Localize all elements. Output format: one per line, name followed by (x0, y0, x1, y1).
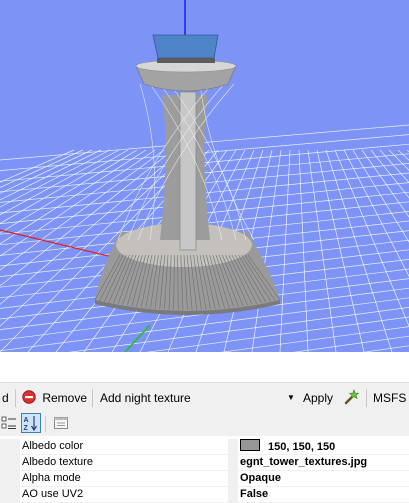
svg-text:Z: Z (24, 425, 29, 432)
property-value[interactable]: 150, 150, 150 (238, 439, 409, 454)
property-row-albedo-texture[interactable]: Albedo texture egnt_tower_textures.jpg (0, 455, 409, 471)
toolbar-separator (92, 389, 93, 407)
property-name: Albedo color (20, 439, 228, 454)
apply-wand-icon[interactable] (343, 388, 361, 408)
3d-viewport[interactable] (0, 0, 409, 352)
tower-cab (152, 34, 219, 59)
material-toolbar: d Remove Add night texture ▼ Apply MSFS (0, 382, 409, 412)
property-name: Alpha mode (20, 471, 228, 486)
chevron-down-icon: ▼ (287, 393, 295, 402)
property-name: AO use UV2 (20, 487, 228, 502)
property-pages-icon[interactable] (53, 415, 69, 431)
categorized-view-icon[interactable] (1, 415, 17, 431)
property-name: Albedo texture (20, 455, 228, 470)
property-row-albedo-color[interactable]: Albedo color 150, 150, 150 (0, 439, 409, 455)
property-value[interactable]: Opaque (238, 471, 409, 486)
property-value[interactable]: False (238, 487, 409, 502)
tower-core (179, 91, 197, 251)
property-grid: Albedo color 150, 150, 150 Albedo textur… (0, 439, 409, 503)
remove-button[interactable]: Remove (22, 388, 87, 408)
toolbar-separator (366, 389, 367, 407)
remove-icon (22, 390, 36, 404)
apply-button[interactable]: Apply (303, 388, 333, 408)
property-value[interactable]: egnt_tower_textures.jpg (238, 455, 409, 470)
color-swatch (240, 439, 260, 451)
splitter[interactable] (0, 352, 409, 382)
property-row-alpha-mode[interactable]: Alpha mode Opaque (0, 471, 409, 487)
night-texture-dropdown[interactable]: Add night texture ▼ (100, 388, 298, 408)
remove-button-label: Remove (42, 391, 88, 405)
property-value-text: 150, 150, 150 (268, 441, 336, 453)
toolbar-separator (45, 416, 46, 432)
property-row-ao-use-uv2[interactable]: AO use UV2 False (0, 487, 409, 503)
dropdown-value: Add night texture (100, 391, 191, 405)
msfs-button[interactable]: MSFS (373, 388, 406, 408)
toolbar-separator (15, 389, 16, 407)
cut-off-label: d (2, 391, 9, 405)
svg-text:A: A (24, 417, 29, 424)
alphabetical-sort-icon[interactable]: A Z (21, 413, 41, 433)
property-grid-toolbar: A Z (0, 412, 409, 436)
